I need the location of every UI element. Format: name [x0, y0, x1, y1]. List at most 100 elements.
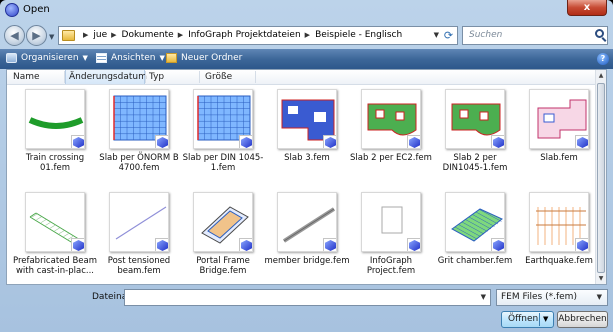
breadcrumb-projektdateien[interactable]: InfoGraph Projektdateien — [188, 30, 301, 40]
filename-input[interactable]: ▼ — [124, 289, 491, 306]
file-item[interactable]: member bridge.fem — [264, 190, 350, 284]
chevron-down-icon: ▼ — [82, 54, 88, 62]
breadcrumb-beispiele[interactable]: Beispiele - Englisch — [315, 30, 402, 40]
infograph-file-icon — [155, 135, 168, 148]
scroll-up-arrow[interactable]: ▲ — [596, 70, 606, 81]
infograph-file-icon — [575, 135, 588, 148]
recent-pages-dropdown[interactable]: ▼ — [49, 33, 54, 41]
file-list-pane: Name Änderungsdatum Typ Größe Train cros… — [6, 69, 607, 285]
infograph-file-icon — [407, 238, 420, 251]
file-thumbnail — [445, 89, 505, 149]
scroll-thumb[interactable] — [597, 83, 605, 273]
title-bar: Open x — [0, 0, 613, 20]
address-dropdown[interactable]: ▼ — [434, 31, 439, 39]
chevron-down-icon: ▼ — [596, 293, 602, 301]
file-name: Slab.fem — [540, 153, 578, 163]
column-header-name[interactable]: Name — [13, 72, 40, 82]
column-divider[interactable] — [64, 71, 65, 83]
infograph-file-icon — [71, 238, 84, 251]
cancel-button[interactable]: Abbrechen — [557, 311, 608, 328]
breadcrumb-separator[interactable]: ▶ — [178, 31, 183, 40]
file-thumbnail — [361, 192, 421, 252]
file-name: Prefabricated Beam with cast-in-plac... — [12, 256, 98, 276]
file-item[interactable]: Prefabricated Beam with cast-in-plac... — [12, 190, 98, 284]
new-folder-button[interactable]: Neuer Ordner — [166, 53, 242, 63]
forward-button[interactable]: ▶ — [26, 25, 47, 46]
file-item[interactable]: Slab per ÖNORM B 4700.fem — [96, 87, 182, 183]
column-header-date[interactable]: Änderungsdatum — [69, 72, 147, 82]
file-item[interactable]: InfoGraph Project.fem — [348, 190, 434, 284]
views-label: Ansichten — [111, 53, 156, 63]
column-header-type[interactable]: Typ — [149, 72, 164, 82]
filetype-value: FEM Files (*.fem) — [501, 292, 577, 302]
vertical-scrollbar[interactable]: ▲ ▼ — [595, 70, 606, 284]
breadcrumb-separator[interactable]: ▶ — [305, 31, 310, 40]
search-icon[interactable] — [595, 29, 604, 38]
infograph-file-icon — [575, 238, 588, 251]
breadcrumb-dokumente[interactable]: Dokumente — [122, 30, 174, 40]
file-name: Grit chamber.fem — [437, 256, 513, 266]
file-item[interactable]: Slab 2 per EC2.fem — [348, 87, 434, 183]
views-button[interactable]: Ansichten ▼ — [96, 53, 165, 63]
file-item[interactable]: Grit chamber.fem — [432, 190, 518, 284]
command-bar: Organisieren ▼ Ansichten ▼ Neuer Ordner … — [0, 49, 613, 69]
new-folder-icon — [166, 53, 177, 63]
open-dialog: Open x ◀ ▶ ▼ ▶ jue ▶ Dokumente ▶ InfoGra… — [0, 0, 613, 332]
column-header-size[interactable]: Größe — [205, 72, 232, 82]
column-divider[interactable] — [255, 71, 256, 83]
scroll-down-arrow[interactable]: ▼ — [596, 273, 606, 284]
file-name: Slab 2 per EC2.fem — [350, 153, 432, 163]
file-name: member bridge.fem — [264, 256, 350, 266]
open-button[interactable]: Öffnen ▼ — [501, 311, 554, 328]
infograph-file-icon — [491, 238, 504, 251]
folder-icon — [62, 30, 75, 41]
file-thumbnail — [277, 89, 337, 149]
file-thumbnail — [277, 192, 337, 252]
file-name: Slab per ÖNORM B 4700.fem — [99, 153, 179, 173]
search-input[interactable]: Suchen — [462, 26, 608, 45]
file-item[interactable]: Slab 2 per DIN1045-1.fem — [432, 87, 518, 183]
column-divider[interactable] — [199, 71, 200, 83]
file-name: Slab per DIN 1045-1.fem — [182, 153, 264, 173]
address-box[interactable]: ▶ jue ▶ Dokumente ▶ InfoGraph Projektdat… — [58, 26, 458, 45]
open-split-divider — [539, 313, 540, 326]
file-grid: Train crossing 01.fem Slab per ÖNORM B 47… — [7, 85, 597, 284]
file-item[interactable]: Slab.fem — [516, 87, 602, 183]
back-button[interactable]: ◀ — [4, 25, 25, 46]
file-name: Earthquake.fem — [525, 256, 593, 266]
filename-dropdown[interactable]: ▼ — [481, 293, 486, 301]
close-button[interactable]: x — [567, 0, 607, 16]
filetype-select[interactable]: FEM Files (*.fem) ▼ — [496, 289, 608, 306]
file-thumbnail — [361, 89, 421, 149]
column-divider[interactable] — [145, 71, 146, 83]
file-thumbnail — [193, 192, 253, 252]
file-item[interactable]: Train crossing 01.fem — [12, 87, 98, 183]
infograph-file-icon — [491, 135, 504, 148]
file-item[interactable]: Slab per DIN 1045-1.fem — [180, 87, 266, 183]
views-icon — [96, 53, 107, 63]
open-options-dropdown[interactable]: ▼ — [543, 315, 548, 323]
file-thumbnail — [109, 192, 169, 252]
column-header-bar: Name Änderungsdatum Typ Größe — [7, 70, 597, 85]
file-thumbnail — [25, 89, 85, 149]
file-item[interactable]: Portal Frame Bridge.fem — [180, 190, 266, 284]
infograph-file-icon — [71, 135, 84, 148]
breadcrumb-jue[interactable]: jue — [93, 30, 107, 40]
help-icon[interactable]: ? — [597, 53, 609, 65]
breadcrumb: ▶ jue ▶ Dokumente ▶ InfoGraph Projektdat… — [79, 30, 402, 40]
file-item[interactable]: Earthquake.fem — [516, 190, 602, 284]
refresh-icon[interactable]: ⟳ — [441, 28, 456, 43]
file-item[interactable]: Slab 3.fem — [264, 87, 350, 183]
file-thumbnail — [193, 89, 253, 149]
breadcrumb-separator[interactable]: ▶ — [111, 31, 116, 40]
infograph-file-icon — [407, 135, 420, 148]
organize-label: Organisieren — [21, 53, 79, 63]
infograph-file-icon — [323, 238, 336, 251]
file-name: InfoGraph Project.fem — [366, 256, 416, 276]
dialog-footer: Dateiname: ▼ FEM Files (*.fem) ▼ Öffnen … — [0, 285, 613, 332]
address-bar-row: ◀ ▶ ▼ ▶ jue ▶ Dokumente ▶ InfoGraph Proj… — [0, 21, 613, 49]
file-item[interactable]: Post tensioned beam.fem — [96, 190, 182, 284]
organize-button[interactable]: Organisieren ▼ — [6, 53, 88, 63]
file-thumbnail — [109, 89, 169, 149]
infograph-file-icon — [239, 238, 252, 251]
